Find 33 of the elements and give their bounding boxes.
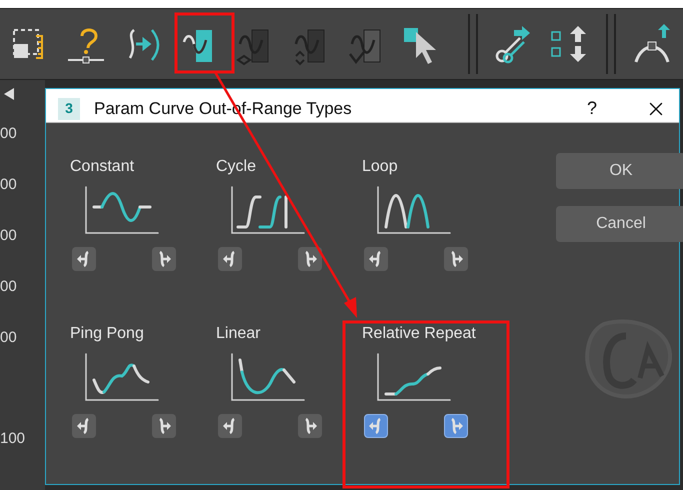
before-range-button[interactable] — [364, 247, 388, 271]
curve-type-label: Loop — [362, 157, 399, 177]
toolbar-separator — [606, 14, 616, 74]
left-triangle-icon — [4, 88, 14, 100]
ruler-label: 100 — [0, 430, 26, 448]
after-range-button[interactable] — [152, 414, 176, 438]
curve-type-label: Linear — [216, 324, 262, 344]
before-range-button[interactable] — [72, 247, 96, 271]
before-range-button[interactable] — [218, 247, 242, 271]
toolbar-separator — [468, 14, 478, 74]
cancel-button[interactable]: Cancel — [556, 206, 683, 242]
curve-type-label: Constant — [70, 157, 136, 177]
after-range-button[interactable] — [298, 247, 322, 271]
curve-type-label: Ping Pong — [70, 324, 145, 344]
help-button[interactable]: ? — [586, 95, 597, 122]
after-range-button[interactable] — [444, 414, 468, 438]
after-range-button[interactable] — [152, 247, 176, 271]
after-range-button[interactable] — [298, 414, 322, 438]
curve-type-label: Relative Repeat — [362, 324, 477, 344]
ruler-label: 00 — [0, 125, 18, 143]
app-badge-icon: 3 — [58, 98, 80, 120]
logo-icon — [584, 318, 672, 400]
before-range-button[interactable] — [72, 414, 96, 438]
ruler-label: 00 — [0, 176, 18, 194]
after-range-button[interactable] — [444, 247, 468, 271]
highlight-frame — [174, 12, 234, 74]
ruler-label: 00 — [0, 227, 18, 245]
before-range-button[interactable] — [218, 414, 242, 438]
ruler-label: 00 — [0, 278, 18, 296]
ruler-label: 00 — [0, 329, 18, 347]
ok-button[interactable]: OK — [556, 153, 683, 189]
before-range-button[interactable] — [364, 414, 388, 438]
curve-type-label: Cycle — [216, 157, 258, 177]
